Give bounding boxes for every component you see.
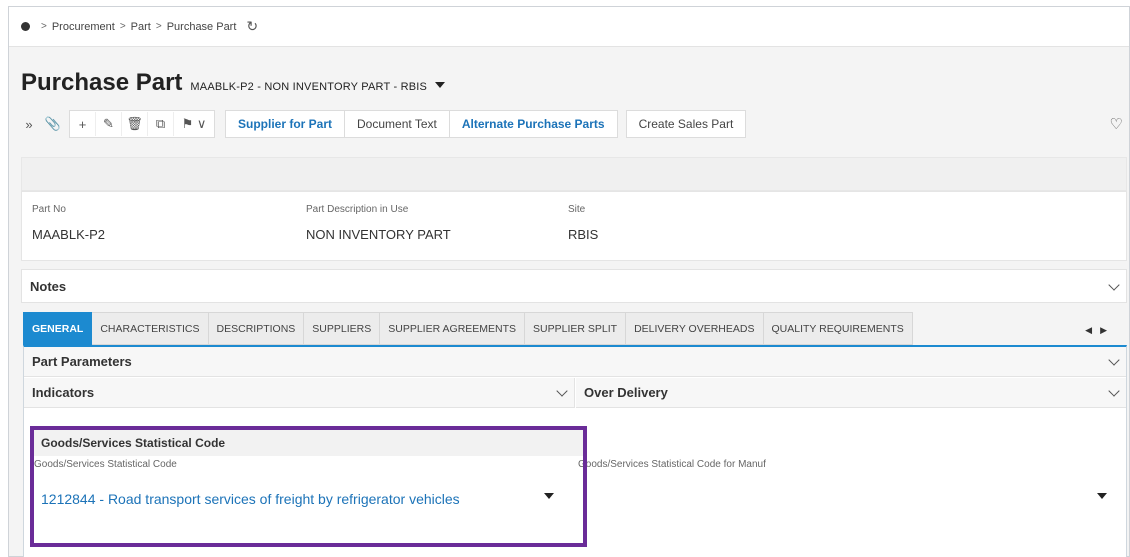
record-selector[interactable]: MAABLK-P2 - NON INVENTORY PART - RBIS xyxy=(190,81,427,93)
notes-section[interactable]: Notes xyxy=(21,269,1127,303)
scroll-left-icon[interactable]: ◀ xyxy=(1085,325,1100,335)
edit-icon[interactable]: ✎ xyxy=(96,112,122,136)
part-no-field: Part No MAABLK-P2 xyxy=(32,204,105,242)
expand-icon[interactable]: » xyxy=(17,112,41,136)
chevron-down-icon[interactable] xyxy=(1108,354,1120,366)
page-title: Purchase Part xyxy=(21,69,183,96)
header-band xyxy=(21,157,1127,191)
site-label: Site xyxy=(568,204,586,215)
supplier-for-part-button[interactable]: Supplier for Part xyxy=(225,110,345,138)
stamp-dropdown-icon[interactable]: ⚑ ∨ xyxy=(174,112,214,136)
site-value: RBIS xyxy=(568,227,599,242)
favorite-heart-icon[interactable]: ♡ xyxy=(1110,115,1123,133)
indicators-label: Indicators xyxy=(32,385,95,400)
highlight-box xyxy=(30,426,587,547)
tab-delivery-overheads[interactable]: DELIVERY OVERHEADS xyxy=(626,312,764,345)
tab-scroll-arrows: ◀▶ xyxy=(1085,325,1115,336)
indicators-section[interactable]: Indicators xyxy=(24,378,575,408)
document-text-button[interactable]: Document Text xyxy=(344,110,449,138)
chevron-right-icon: > xyxy=(41,21,47,32)
site-field: Site RBIS xyxy=(568,204,598,242)
create-sales-part-button[interactable]: Create Sales Part xyxy=(625,110,747,138)
part-no-value: MAABLK-P2 xyxy=(32,227,105,242)
tab-descriptions[interactable]: DESCRIPTIONS xyxy=(208,312,305,345)
part-description-label: Part Description in Use xyxy=(306,204,409,215)
notes-label: Notes xyxy=(30,278,67,294)
dropdown-caret-icon[interactable] xyxy=(1097,493,1107,499)
goods-services-manuf-label: Goods/Services Statistical Code for Manu… xyxy=(578,459,766,470)
tab-suppliers[interactable]: SUPPLIERS xyxy=(304,312,381,345)
breadcrumb-item-part[interactable]: Part xyxy=(131,21,151,33)
tab-supplier-agreements[interactable]: SUPPLIER AGREEMENTS xyxy=(380,312,526,345)
app-window: > Procurement > Part > Purchase Part ↻ P… xyxy=(8,6,1130,557)
tab-bar: GENERAL CHARACTERISTICS DESCRIPTIONS SUP… xyxy=(23,312,913,345)
chevron-right-icon: > xyxy=(119,21,126,32)
breadcrumb: > Procurement > Part > Purchase Part ↻ xyxy=(9,7,1129,47)
part-parameters-label: Part Parameters xyxy=(32,354,132,369)
part-parameters-section[interactable]: Part Parameters xyxy=(24,347,1126,377)
scroll-right-icon[interactable]: ▶ xyxy=(1100,325,1115,335)
attachment-icon[interactable]: 📎 xyxy=(41,112,65,136)
breadcrumb-item-purchase-part[interactable]: Purchase Part xyxy=(167,21,237,33)
over-delivery-label: Over Delivery xyxy=(584,385,668,400)
breadcrumb-item-procurement[interactable]: Procurement xyxy=(52,21,115,33)
chevron-down-icon[interactable] xyxy=(556,385,568,397)
tab-general[interactable]: GENERAL xyxy=(23,312,93,345)
alternate-purchase-parts-button[interactable]: Alternate Purchase Parts xyxy=(448,110,618,138)
caret-down-icon[interactable] xyxy=(435,82,446,88)
tab-supplier-split[interactable]: SUPPLIER SPLIT xyxy=(525,312,627,345)
part-description-value: NON INVENTORY PART xyxy=(306,227,451,242)
chevron-down-icon[interactable] xyxy=(1108,385,1120,397)
part-description-field: Part Description in Use NON INVENTORY PA… xyxy=(306,204,451,242)
chevron-right-icon: > xyxy=(155,21,162,32)
add-icon[interactable]: + xyxy=(70,112,96,136)
duplicate-icon[interactable]: ⧉ xyxy=(148,112,174,136)
part-no-label: Part No xyxy=(32,204,66,215)
tab-quality-requirements[interactable]: QUALITY REQUIREMENTS xyxy=(763,312,913,345)
crud-buttons: + ✎ 🗑 ⧉ ⚑ ∨ xyxy=(69,110,215,138)
delete-icon[interactable]: 🗑 xyxy=(122,112,148,136)
refresh-icon[interactable]: ↻ xyxy=(246,18,258,35)
header-panel: Part No MAABLK-P2 Part Description in Us… xyxy=(21,191,1127,261)
tab-characteristics[interactable]: CHARACTERISTICS xyxy=(92,312,209,345)
page-header: Purchase Part MAABLK-P2 - NON INVENTORY … xyxy=(21,69,446,97)
toolbar: » 📎 + ✎ 🗑 ⧉ ⚑ ∨ Supplier for Part Docume… xyxy=(9,107,1129,141)
home-dot-icon[interactable] xyxy=(21,22,30,31)
over-delivery-section[interactable]: Over Delivery xyxy=(576,378,1126,408)
chevron-down-icon[interactable] xyxy=(1108,279,1120,291)
